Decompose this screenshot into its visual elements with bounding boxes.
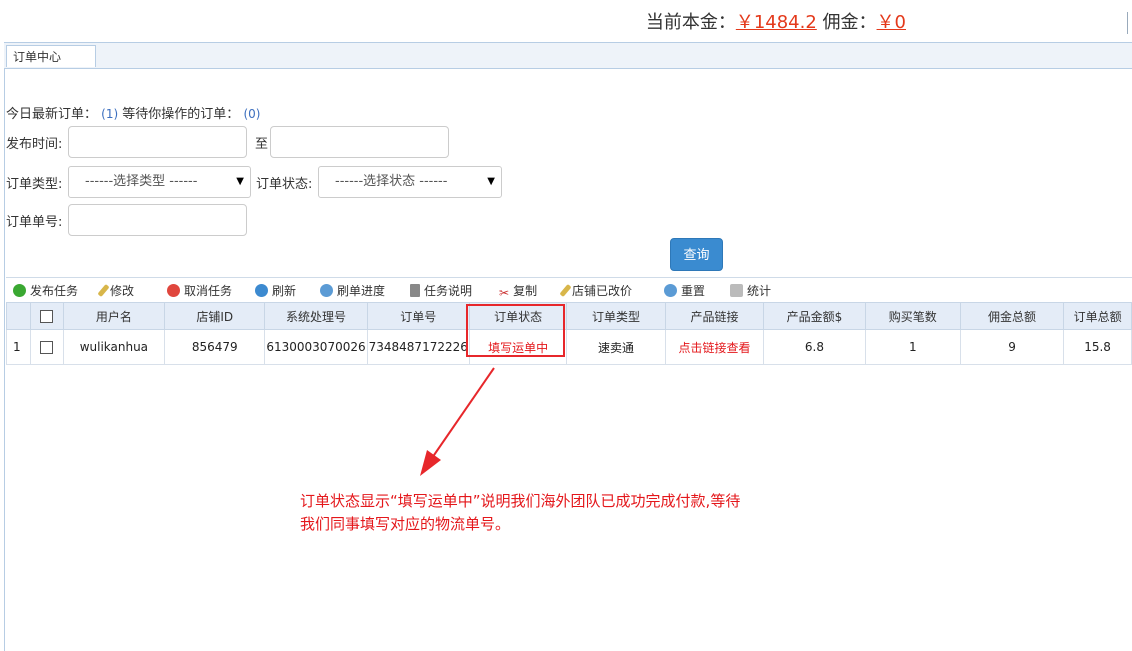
annotation-note: 订单状态显示“填写运单中”说明我们海外团队已成功完成付款,等待 我们同事填写对应…: [300, 490, 780, 536]
annotation-arrow: [420, 367, 495, 476]
annotation-line-1: 订单状态显示“填写运单中”说明我们海外团队已成功完成付款,等待: [300, 492, 741, 510]
annotation-line-2: 我们同事填写对应的物流单号。: [300, 515, 511, 533]
